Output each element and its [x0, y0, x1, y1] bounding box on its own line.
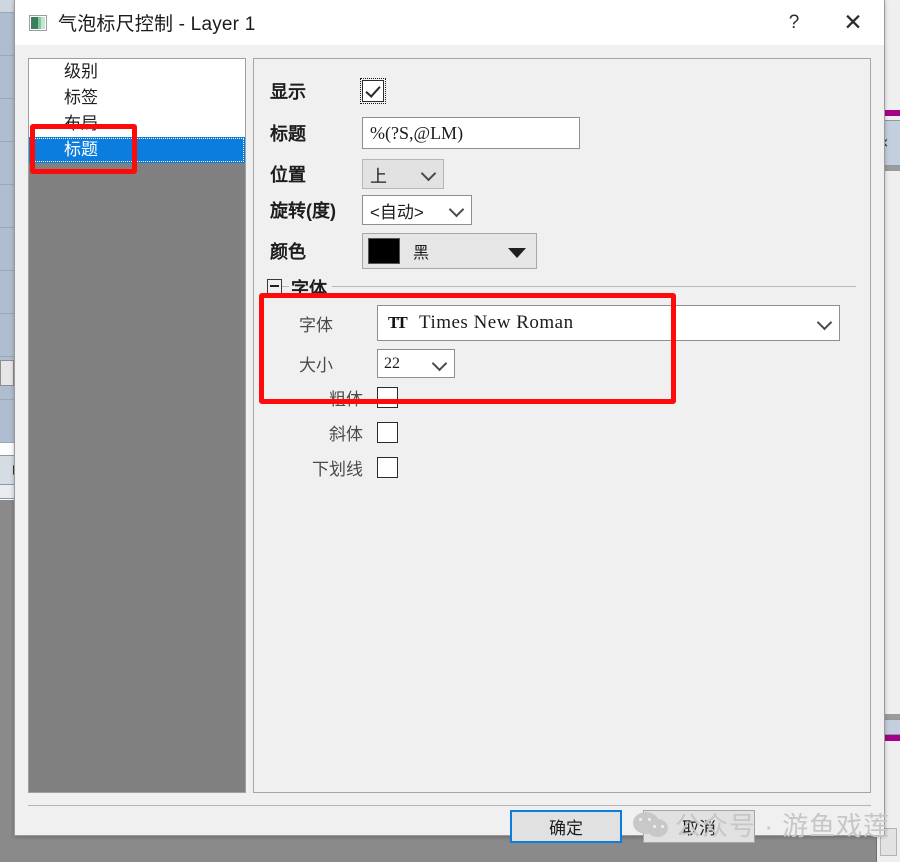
bold-row: 粗体 [299, 385, 398, 410]
underline-checkbox[interactable] [377, 457, 398, 478]
bold-checkbox[interactable] [377, 387, 398, 408]
title-settings-panel: 显示 标题 %(?S,@LM) 位置 上 旋转(度) <自动> 颜色 黑 字体 … [253, 58, 871, 793]
footer-divider [28, 805, 871, 806]
font-family-dropdown[interactable]: TT Times New Roman [377, 305, 840, 341]
font-size-dropdown[interactable]: 22 [377, 349, 455, 378]
rotation-value: <自动> [370, 202, 424, 222]
font-family-label: 字体 [299, 315, 333, 335]
help-button[interactable]: ? [766, 0, 822, 45]
rotation-row: 旋转(度) <自动> [270, 195, 472, 225]
font-size-label: 大小 [299, 356, 333, 375]
chevron-down-icon [420, 165, 437, 182]
rotation-dropdown[interactable]: <自动> [362, 195, 472, 225]
layer-color-icon [29, 14, 47, 31]
position-value: 上 [370, 166, 387, 186]
italic-row: 斜体 [299, 420, 398, 445]
close-button[interactable]: ✕ [822, 0, 884, 45]
collapse-toggle-icon[interactable] [267, 279, 282, 294]
bubble-scale-control-dialog: 气泡标尺控制 - Layer 1 ? ✕ 级别 标签 布局 标题 显示 标题 %… [14, 0, 885, 843]
group-divider [267, 286, 856, 287]
font-family-row: 字体 TT Times New Roman [299, 305, 840, 341]
color-label: 颜色 [270, 242, 306, 262]
tree-item-label[interactable]: 标签 [29, 85, 245, 111]
color-row: 颜色 黑 [270, 233, 537, 269]
show-checkbox[interactable] [360, 78, 386, 104]
font-size-value: 22 [384, 354, 400, 372]
chevron-down-icon [431, 355, 448, 371]
color-value: 黑 [413, 245, 430, 262]
title-input[interactable]: %(?S,@LM) [362, 117, 580, 149]
position-row: 位置 上 [270, 159, 444, 189]
tree-item-level[interactable]: 级别 [29, 59, 245, 85]
settings-tree-list: 级别 标签 布局 标题 [29, 59, 245, 163]
rotation-label: 旋转(度) [270, 201, 336, 221]
position-label: 位置 [270, 165, 306, 185]
underline-label: 下划线 [312, 460, 363, 479]
left-panel-tab [0, 360, 14, 386]
chevron-down-icon [448, 201, 465, 218]
underline-row: 下划线 [299, 455, 398, 480]
cancel-button[interactable]: 取消 [643, 810, 755, 843]
color-dropdown[interactable]: 黑 [362, 233, 537, 269]
show-label: 显示 [270, 82, 306, 102]
dialog-body: 级别 标签 布局 标题 显示 标题 %(?S,@LM) 位置 上 旋转(度) <… [15, 45, 884, 843]
dialog-title-bar: 气泡标尺控制 - Layer 1 ? ✕ [15, 0, 884, 45]
truetype-icon: TT [388, 313, 408, 332]
settings-tree-panel[interactable]: 级别 标签 布局 标题 [28, 58, 246, 793]
ok-button[interactable]: 确定 [510, 810, 622, 843]
italic-label: 斜体 [329, 425, 363, 444]
dialog-title: 气泡标尺控制 - Layer 1 [58, 14, 256, 35]
title-label: 标题 [270, 124, 306, 144]
font-family-value: Times New Roman [419, 312, 574, 333]
italic-checkbox[interactable] [377, 422, 398, 443]
bold-label: 粗体 [329, 390, 363, 409]
chevron-down-icon [816, 314, 833, 331]
triangle-down-icon [508, 248, 526, 258]
tree-item-title[interactable]: 标题 [29, 137, 245, 163]
show-row: 显示 [270, 78, 386, 104]
font-group-title: 字体 [289, 275, 332, 301]
title-bar-buttons: ? ✕ [766, 0, 884, 45]
tree-item-layout[interactable]: 布局 [29, 111, 245, 137]
color-swatch [368, 238, 400, 264]
title-row: 标题 %(?S,@LM) [270, 117, 580, 149]
font-size-row: 大小 22 [299, 349, 455, 378]
position-dropdown[interactable]: 上 [362, 159, 444, 189]
